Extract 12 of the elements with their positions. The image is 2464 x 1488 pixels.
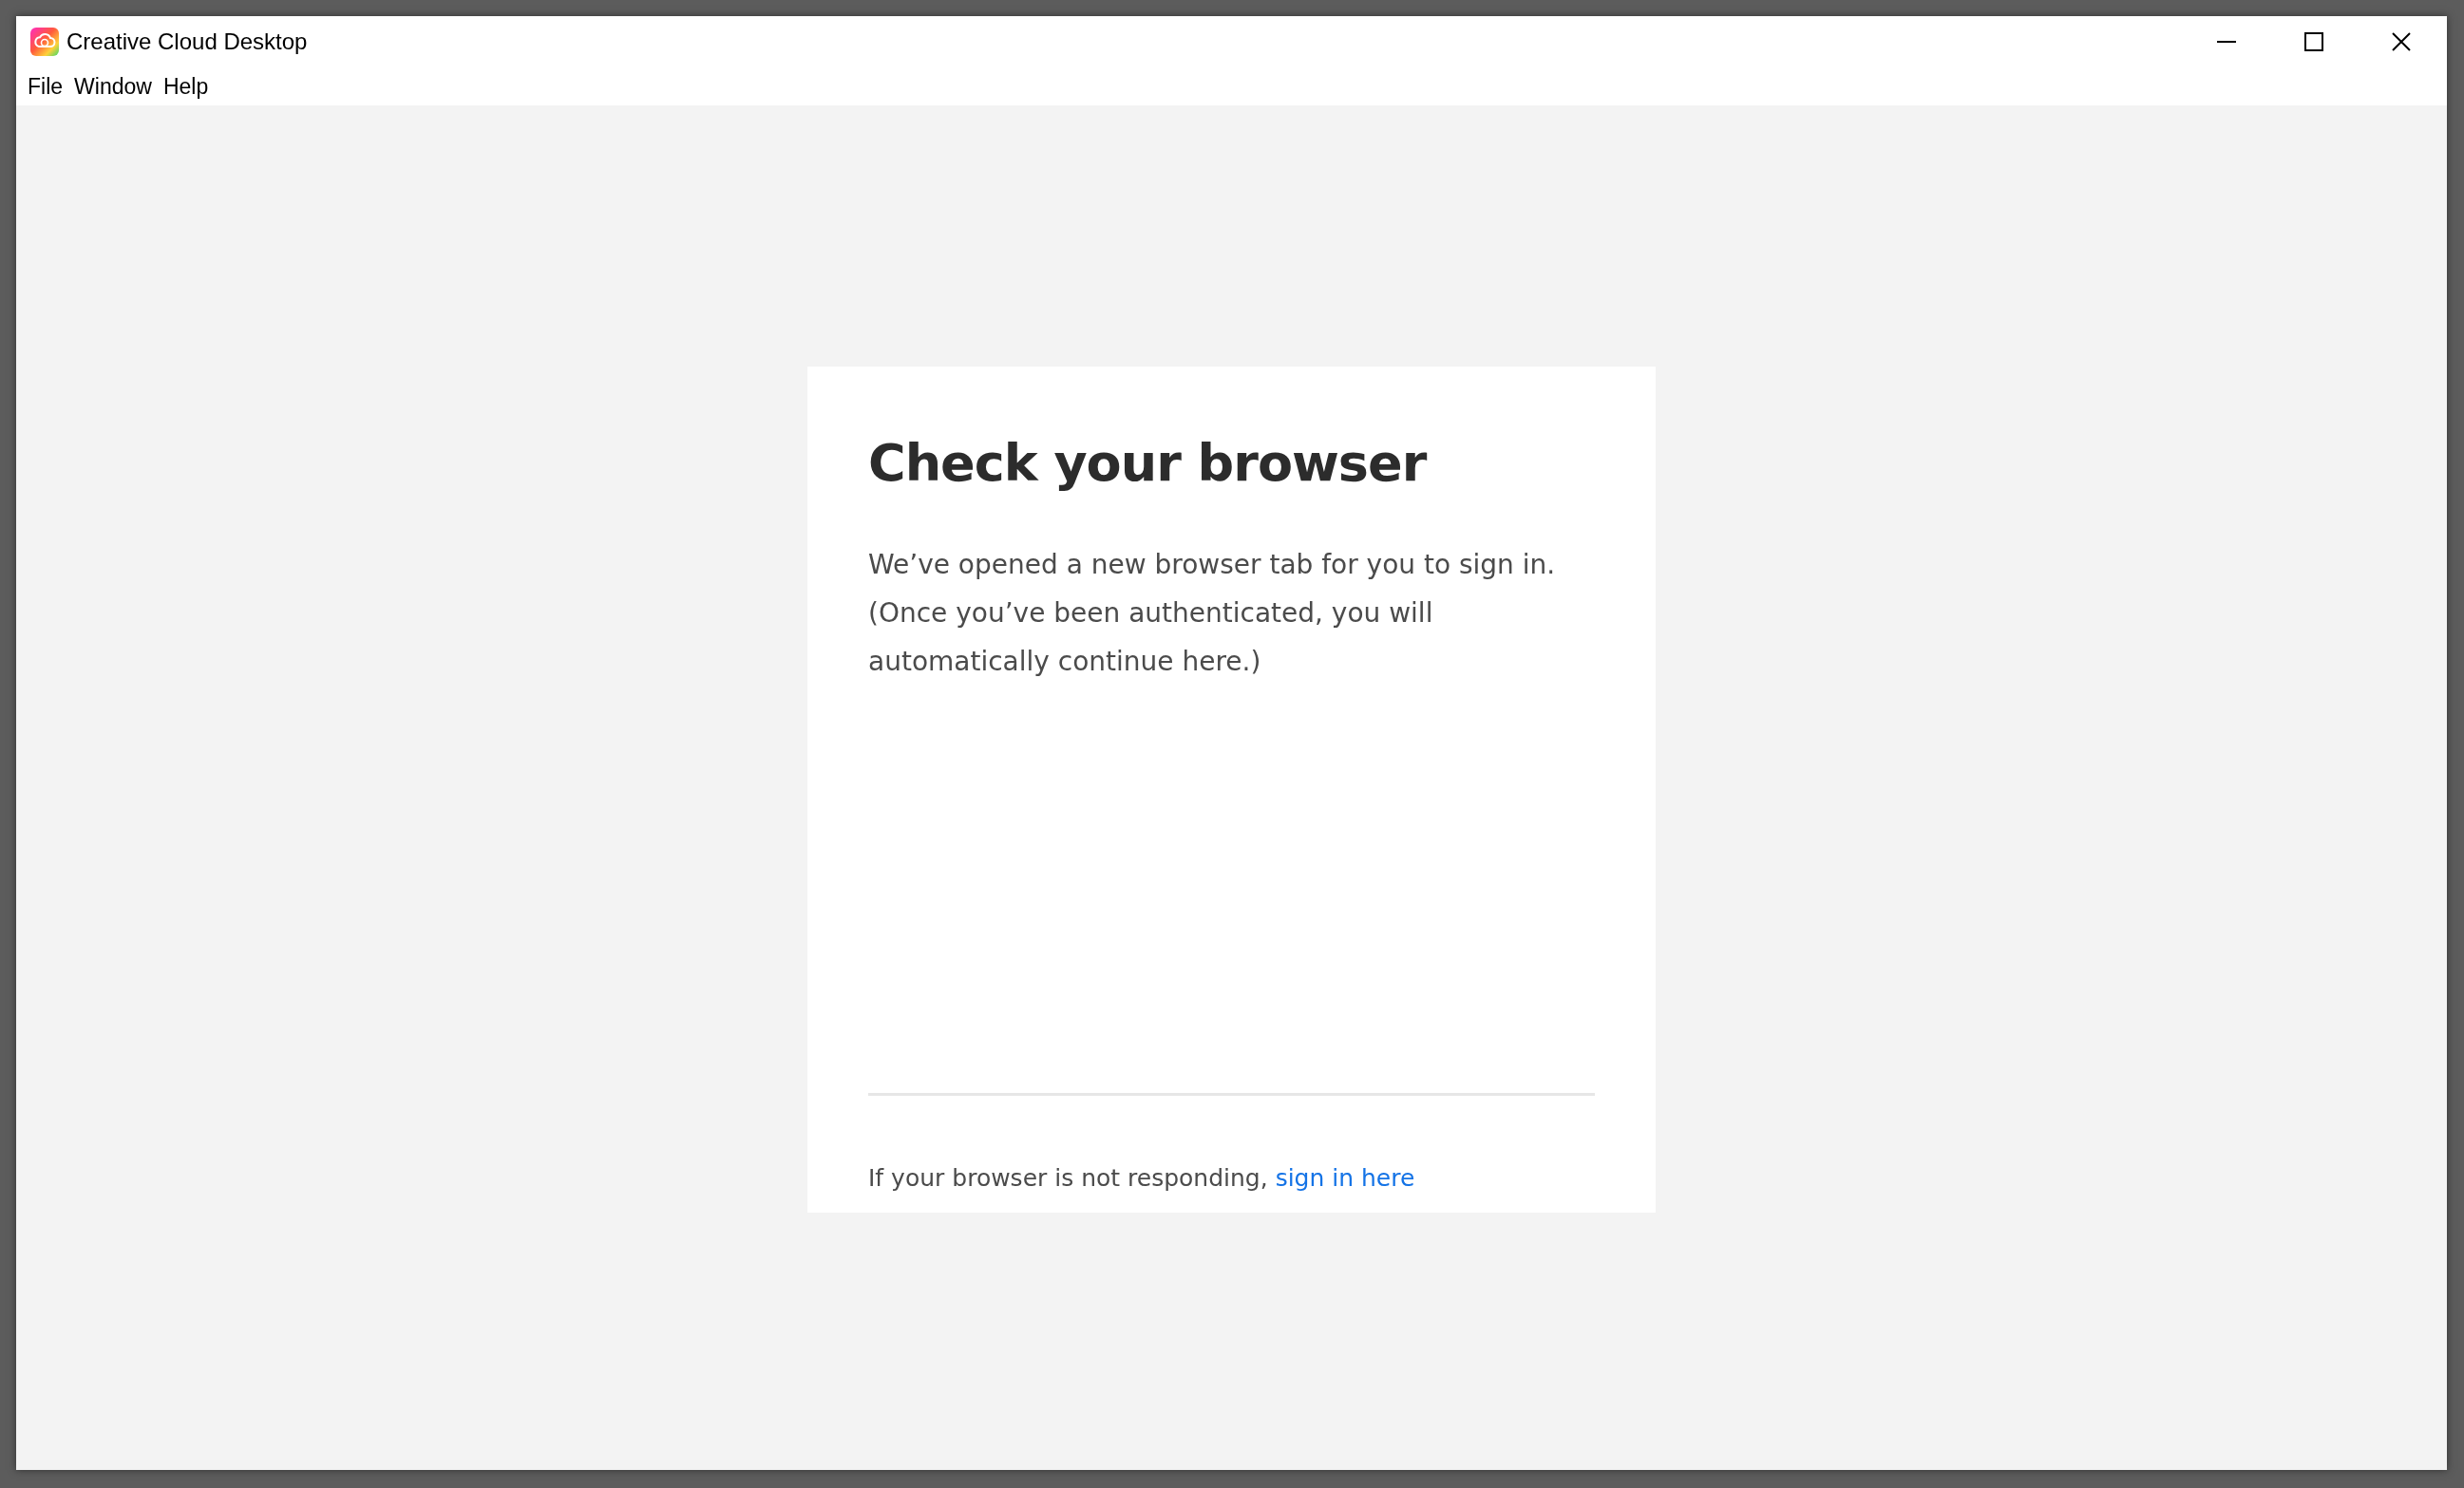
sign-in-link[interactable]: sign in here [1275, 1163, 1415, 1192]
menu-item[interactable]: Window [68, 69, 158, 104]
app-logo-icon [30, 28, 59, 56]
menu-item[interactable]: Help [157, 69, 215, 104]
window-title: Creative Cloud Desktop [66, 28, 308, 56]
footer-text: If your browser is not responding, sign in here [868, 1162, 1416, 1194]
dialog-title: Check your browser [868, 433, 1429, 495]
menu-item[interactable]: File [22, 69, 69, 104]
minimize-icon [2216, 41, 2237, 43]
close-icon [2391, 31, 2412, 52]
dialog-message: We’ve opened a new browser tab for you to sign in. (Once you’ve been authenticated, you will automatically continue here.) [868, 547, 1557, 679]
maximize-icon [2303, 31, 2324, 52]
